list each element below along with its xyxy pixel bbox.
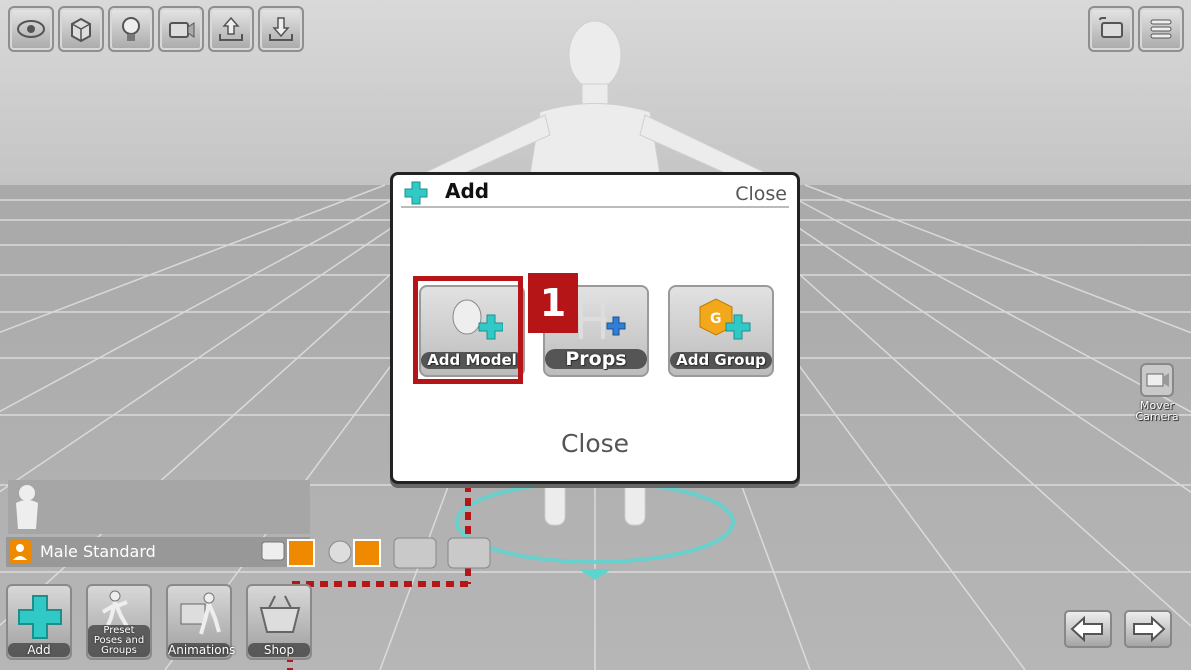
screen-capture-icon: [1099, 17, 1123, 38]
eye-icon: [17, 20, 45, 38]
model-silhouette-icon: [16, 485, 38, 529]
mover-camera-icon: [1140, 363, 1174, 397]
screen-capture-button[interactable]: [1088, 6, 1134, 52]
add-group-label: Add Group: [670, 352, 772, 369]
add-group-icon: G: [699, 298, 751, 340]
props-label: Props: [545, 349, 647, 369]
shop-button[interactable]: Shop: [246, 584, 312, 660]
model-tools-row[interactable]: [258, 534, 498, 570]
svg-text:G: G: [710, 311, 722, 327]
export-icon: [269, 17, 293, 41]
shop-label: Shop: [248, 643, 310, 657]
eye-view-button[interactable]: [8, 6, 54, 52]
mover-camera-button[interactable]: Mover Camera: [1130, 360, 1184, 422]
camera-button[interactable]: [158, 6, 204, 52]
arrow-left-icon: [1070, 615, 1103, 643]
import-button[interactable]: [208, 6, 254, 52]
model-list-panel: [8, 480, 310, 534]
step-number-badge: 1: [528, 273, 578, 333]
plus-icon: [404, 181, 428, 205]
arrow-right-icon: [1133, 615, 1166, 643]
camera-icon: [169, 22, 195, 38]
add-group-button[interactable]: G Add Group: [668, 285, 774, 377]
dialog-title: Add: [445, 179, 490, 203]
preset-poses-label: Preset Poses and Groups: [88, 625, 150, 657]
import-icon: [219, 16, 243, 41]
preset-poses-button[interactable]: Preset Poses and Groups: [86, 584, 152, 660]
camera-label: Camera: [1135, 410, 1179, 423]
callout-highlight-box: [413, 276, 523, 384]
user-icon: [9, 540, 31, 564]
dialog-close-link-top[interactable]: Close: [735, 183, 787, 205]
menu-button[interactable]: [1138, 6, 1184, 52]
menu-icon: [1150, 19, 1172, 39]
cube-icon: [71, 17, 91, 43]
plus-icon: [18, 595, 62, 639]
model-name: Male Standard: [40, 542, 156, 561]
redo-button[interactable]: [1124, 610, 1172, 648]
add-button[interactable]: Add: [6, 584, 72, 660]
animations-label: Animations: [168, 643, 236, 657]
undo-button[interactable]: [1064, 610, 1112, 648]
shopping-basket-icon: [259, 595, 301, 633]
add-label: Add: [8, 643, 70, 657]
dialog-close-button[interactable]: Close: [393, 429, 797, 458]
dialog-divider: [401, 206, 789, 208]
light-bulb-icon: [122, 17, 140, 41]
cube-view-button[interactable]: [58, 6, 104, 52]
export-button[interactable]: [258, 6, 304, 52]
lighting-button[interactable]: [108, 6, 154, 52]
animations-button[interactable]: Animations: [166, 584, 236, 660]
film-figure-icon: [180, 592, 221, 635]
